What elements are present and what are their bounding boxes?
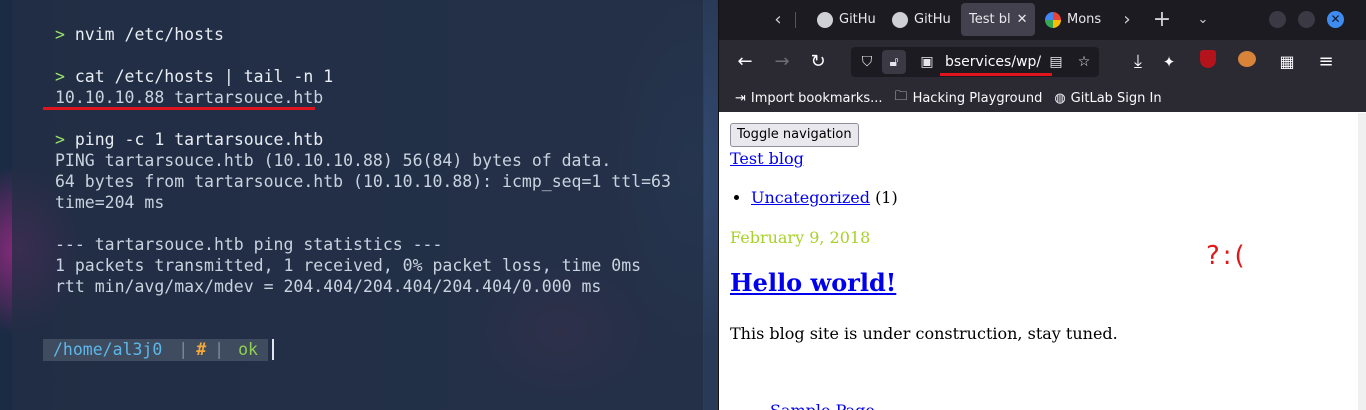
new-tab-icon[interactable]: +: [1150, 8, 1174, 32]
close-window-button[interactable]: ✕: [1327, 11, 1344, 28]
tab-scroll-left-icon[interactable]: ‹: [766, 8, 790, 32]
category-link[interactable]: Uncategorized: [751, 188, 870, 207]
prompt-user-symbol: #: [194, 339, 209, 361]
back-icon[interactable]: ←: [733, 50, 757, 74]
reload-icon[interactable]: ↻: [806, 50, 830, 74]
bookmark-import[interactable]: ⇥ Import bookmarks...: [735, 91, 883, 106]
prompt-symbol: >: [55, 67, 65, 86]
extensions-icon[interactable]: ✦: [1157, 50, 1181, 74]
tab-divider: [795, 12, 796, 28]
tab-google[interactable]: Mons: [1037, 3, 1105, 36]
terminal-command: cat /etc/hosts | tail -n 1: [74, 67, 334, 86]
browser-window: ‹ GitHu GitHu Test bl ✕ Mons › + ⌄ ✕ ← →…: [718, 0, 1366, 410]
prompt-symbol: >: [55, 25, 65, 44]
reader-view-icon[interactable]: ▤: [1044, 50, 1068, 74]
tab-scroll-right-icon[interactable]: ›: [1115, 8, 1139, 32]
terminal-cursor: [272, 339, 274, 360]
terminal-output: --- tartarsouce.htb ping statistics ---: [55, 235, 443, 254]
qr-code-icon[interactable]: ▦: [1275, 50, 1299, 74]
minimize-window-button[interactable]: [1269, 11, 1286, 28]
forward-icon[interactable]: →: [770, 50, 794, 74]
tab-github-2[interactable]: GitHu: [884, 3, 952, 36]
terminal-output: 1 packets transmitted, 1 received, 0% pa…: [55, 256, 642, 275]
tab-bar: ‹ GitHu GitHu Test bl ✕ Mons › + ⌄ ✕: [719, 0, 1366, 40]
privacy-badger-icon[interactable]: [1235, 50, 1259, 74]
toggle-navigation-button[interactable]: Toggle navigation: [730, 123, 859, 147]
post-date: February 9, 2018: [730, 228, 871, 247]
terminal-output: time=204 ms: [55, 193, 165, 212]
prompt-status: ok: [230, 339, 268, 361]
bookmark-label: Hacking Playground: [912, 90, 1043, 106]
menu-icon[interactable]: ≡: [1314, 50, 1338, 74]
close-tab-icon[interactable]: ✕: [1017, 12, 1028, 27]
terminal-line: > ping -c 1 tartarsouce.htb: [55, 129, 323, 150]
bookmark-label: Import bookmarks...: [750, 90, 883, 106]
category-count: (1): [875, 188, 898, 207]
terminal-output: 10.10.10.88 tartarsouce.htb: [55, 88, 324, 107]
post-body: This blog site is under construction, st…: [730, 324, 1118, 343]
lock-icon[interactable]: 🔓︎: [882, 50, 906, 74]
prompt-symbol: >: [55, 130, 65, 149]
list-all-tabs-icon[interactable]: ⌄: [1191, 8, 1215, 32]
terminal-command: ping -c 1 tartarsouce.htb: [74, 130, 324, 149]
page-content: Toggle navigation Test blog Uncategorize…: [719, 113, 1359, 410]
google-icon: [1045, 11, 1061, 28]
tab-label: GitHu: [914, 12, 951, 27]
category-list: Uncategorized (1): [751, 188, 898, 207]
bookmark-star-icon[interactable]: ☆: [1072, 50, 1096, 74]
tab-label: GitHu: [839, 12, 876, 27]
prompt-separator: |: [208, 339, 231, 361]
tab-label: Test bl: [969, 12, 1011, 27]
bookmark-hacking-playground[interactable]: 🗀 Hacking Playground: [895, 87, 1043, 109]
ublock-icon[interactable]: [1196, 50, 1220, 74]
site-title-link[interactable]: Test blog: [730, 149, 804, 168]
shield-icon[interactable]: ⛉: [855, 50, 879, 74]
prompt-path: /home/al3j0: [43, 339, 173, 361]
globe-icon: ◍: [1054, 90, 1066, 106]
shell-prompt: /home/al3j0 | # | ok: [43, 339, 268, 361]
page-scrollbar[interactable]: [1358, 113, 1366, 410]
bookmark-label: GitLab Sign In: [1070, 90, 1162, 106]
tab-github-1[interactable]: GitHu: [809, 3, 877, 36]
url-text[interactable]: bservices/wp/: [945, 53, 1041, 71]
terminal-output: 64 bytes from tartarsouce.htb (10.10.10.…: [55, 172, 671, 191]
maximize-window-button[interactable]: [1298, 11, 1315, 28]
folder-icon: 🗀: [894, 89, 908, 104]
terminal-line: > cat /etc/hosts | tail -n 1: [55, 66, 333, 87]
bookmark-gitlab[interactable]: ◍ GitLab Sign In: [1054, 91, 1161, 106]
post-title-link[interactable]: Hello world!: [730, 268, 896, 297]
handwritten-annotation: ?:(: [1206, 241, 1248, 271]
download-icon[interactable]: ⤓: [1126, 50, 1150, 74]
tab-label: Mons: [1067, 12, 1102, 27]
bookmarks-toolbar: ⇥ Import bookmarks... 🗀 Hacking Playgrou…: [719, 84, 1366, 112]
github-icon: [892, 11, 908, 28]
terminal-output: PING tartarsouce.htb (10.10.10.88) 56(84…: [55, 151, 612, 170]
prompt-separator: |: [172, 339, 195, 361]
terminal-output: rtt min/avg/max/mdev = 204.404/204.404/2…: [55, 277, 602, 296]
terminal-line: > nvim /etc/hosts: [55, 24, 224, 45]
github-icon: [817, 11, 833, 28]
terminal-command: nvim /etc/hosts: [74, 25, 224, 44]
image-permission-icon[interactable]: ▣: [915, 50, 939, 74]
red-underline-annotation: [43, 107, 315, 110]
tab-test-blog[interactable]: Test bl ✕: [961, 3, 1035, 36]
red-underline-annotation: [940, 73, 1052, 76]
import-icon: ⇥: [735, 90, 746, 106]
list-item: Uncategorized (1): [751, 188, 898, 207]
sample-page-link[interactable]: Sample Page: [770, 401, 875, 410]
